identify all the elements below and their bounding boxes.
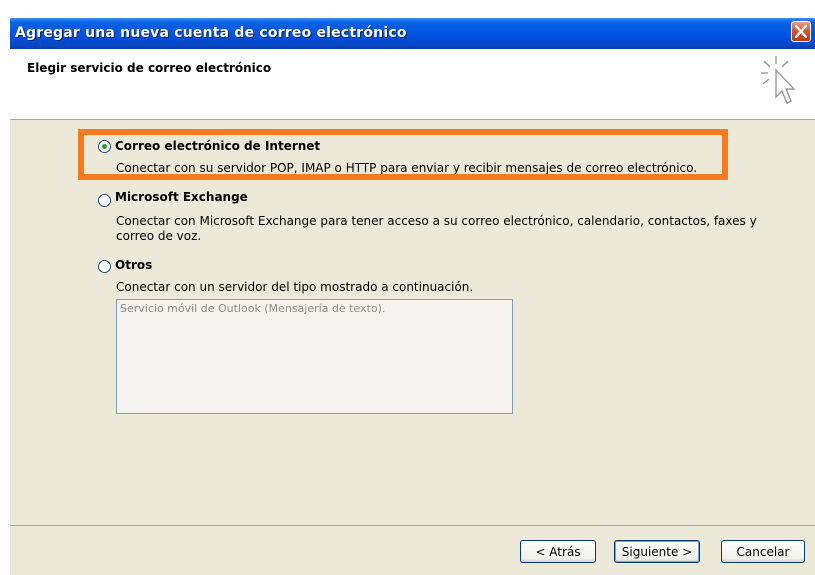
- dialog-window: Agregar una nueva cuenta de correo elect…: [10, 18, 815, 575]
- list-item[interactable]: Servicio móvil de Outlook (Mensajería de…: [120, 302, 385, 315]
- option-desc-microsoft-exchange: Conectar con Microsoft Exchange para ten…: [116, 214, 757, 243]
- radio-microsoft-exchange[interactable]: [98, 194, 111, 207]
- window-title: Agregar una nueva cuenta de correo elect…: [15, 25, 407, 41]
- back-button[interactable]: < Atrás: [520, 540, 596, 563]
- radio-selected-dot: [102, 144, 107, 149]
- radio-internet-email[interactable]: [98, 140, 111, 153]
- page-title: Elegir servicio de correo electrónico: [27, 61, 272, 75]
- option-desc-otros: Conectar con un servidor del tipo mostra…: [116, 280, 474, 294]
- radio-otros[interactable]: [98, 260, 111, 273]
- wizard-header: Elegir servicio de correo electrónico: [10, 49, 815, 120]
- option-desc-internet-email: Conectar con su servidor POP, IMAP o HTT…: [116, 161, 698, 175]
- wizard-cursor-icon: [761, 56, 796, 104]
- footer-divider: [10, 525, 815, 526]
- close-button[interactable]: [791, 21, 811, 42]
- option-label-otros[interactable]: Otros: [115, 258, 152, 272]
- cancel-button[interactable]: Cancelar: [721, 540, 805, 563]
- title-bar[interactable]: Agregar una nueva cuenta de correo elect…: [10, 18, 815, 49]
- option-label-internet-email[interactable]: Correo electrónico de Internet: [115, 139, 320, 153]
- option-label-microsoft-exchange[interactable]: Microsoft Exchange: [115, 190, 248, 204]
- close-icon: [795, 25, 807, 38]
- other-servers-listbox[interactable]: Servicio móvil de Outlook (Mensajería de…: [116, 299, 513, 414]
- next-button[interactable]: Siguiente >: [614, 540, 700, 563]
